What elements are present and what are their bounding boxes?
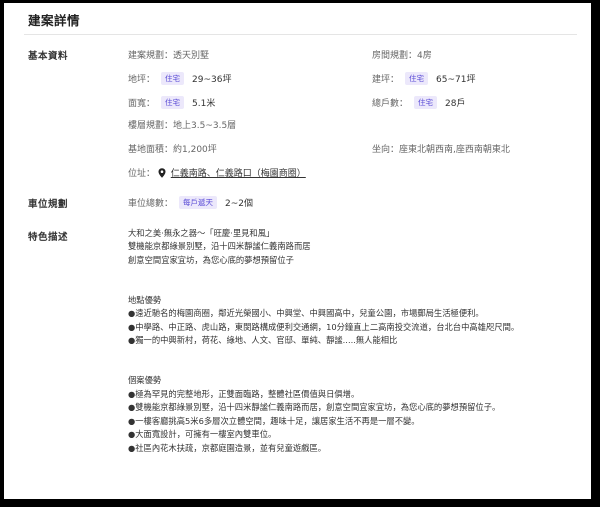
parking-total-value: 2~2個 [225, 199, 254, 209]
building-area-tag: 住宅 [405, 72, 429, 85]
parking-total-label: 車位總數： [128, 199, 174, 209]
desc-line: ●大面寬設計，可擁有一樓室內雙車位。 [128, 429, 277, 440]
desc-line [128, 348, 519, 361]
title-divider [24, 34, 577, 35]
desc-line: ●中學路、中正路、虎山路，東閔路構成便利交通網，10分鐘直上二高南投交流道，台北… [128, 321, 520, 332]
section-basic-label: 基本資料 [28, 51, 69, 62]
location-label: 位址： [128, 169, 156, 179]
features-description: 大和之美‧無永之器～「旺慶‧里見和風」 雙機能京都綠景別墅，沿十四米靜謐仁義南路… [128, 227, 519, 455]
desc-line [128, 361, 519, 374]
building-area-value: 65~71坪 [436, 75, 476, 85]
desc-line [128, 281, 519, 294]
desc-line: ●獨一的中興新村，荷花、綠地、人文、官邸、單純、靜謐.....無人能相比 [128, 335, 398, 346]
desc-line: 雙機能京都綠景別墅，沿十四米靜謐仁義南路而居 [128, 241, 311, 252]
desc-line: ●雙機能京都綠景別墅，沿十四米靜謐仁義南路而居，創意空間宜家宜坊，為您心底的夢想… [128, 402, 501, 413]
base-area-field: 基地面積：約1,200坪 [128, 145, 217, 155]
section-features-label: 特色描述 [28, 232, 69, 243]
frontage-field: 面寬： 住宅 5.1米 [128, 96, 215, 109]
land-area-tag: 住宅 [161, 72, 185, 85]
floors-field: 樓層規劃：地上3.5~3.5層 [128, 121, 237, 131]
frontage-tag: 住宅 [161, 96, 185, 109]
desc-line: 個案優勢 [128, 375, 162, 386]
households-value: 28戶 [445, 99, 466, 109]
building-area-label: 建坪： [372, 75, 400, 85]
desc-line: ●遠近馳名的梅園商圈，鄰近光榮國小、中興堂、中興國高中，兒童公園，市場郵局生活極… [128, 308, 484, 319]
frontage-label: 面寬： [128, 99, 156, 109]
section-parking-label: 車位規劃 [28, 199, 69, 210]
households-label: 總戶數： [372, 99, 409, 109]
desc-line [128, 267, 519, 280]
households-tag: 住宅 [414, 96, 438, 109]
land-area-value: 29~36坪 [192, 75, 232, 85]
desc-line: ●一樓客廳挑高5米6多層次立體空間，趣味十足，讓居家生活不再是一層不變。 [128, 415, 420, 426]
location-link[interactable]: 仁義南路、仁義路口（梅園商圈） [171, 169, 306, 179]
desc-line: 地點優勢 [128, 295, 162, 306]
parking-tag: 每戶遞天 [179, 196, 218, 209]
desc-line: ●極為罕見的完整地形，正雙面臨路，整體社區價值與日俱增。 [128, 388, 360, 399]
desc-line: 創意空間宜家宜坊，為您心底的夢想預留位子 [128, 254, 294, 265]
building-area-field: 建坪： 住宅 65~71坪 [372, 72, 475, 85]
location-field: 位址： 仁義南路、仁義路口（梅園商圈） [128, 166, 306, 179]
planning-field: 建案規劃：透天別墅 [128, 51, 210, 61]
parking-total-field: 車位總數： 每戶遞天 2~2個 [128, 196, 253, 209]
desc-line: 大和之美‧無永之器～「旺慶‧里見和風」 [128, 228, 275, 238]
rooms-field: 房間規劃：4房 [372, 51, 432, 61]
land-area-label: 地坪： [128, 75, 156, 85]
households-field: 總戶數： 住宅 28戶 [372, 96, 465, 109]
panel-title: 建案詳情 [28, 13, 81, 28]
land-area-field: 地坪： 住宅 29~36坪 [128, 72, 231, 85]
desc-line: ●社區內花木扶疏，京都庭園造景，並有兒童遊戲區。 [128, 442, 327, 453]
orientation-field: 坐向：座東北朝西南,座西南朝東北 [372, 145, 510, 155]
map-pin-icon [158, 168, 166, 178]
frontage-value: 5.1米 [192, 99, 216, 109]
project-details-panel: 建案詳情 基本資料 建案規劃：透天別墅 房間規劃：4房 地坪： 住宅 29~36坪 … [4, 3, 591, 499]
